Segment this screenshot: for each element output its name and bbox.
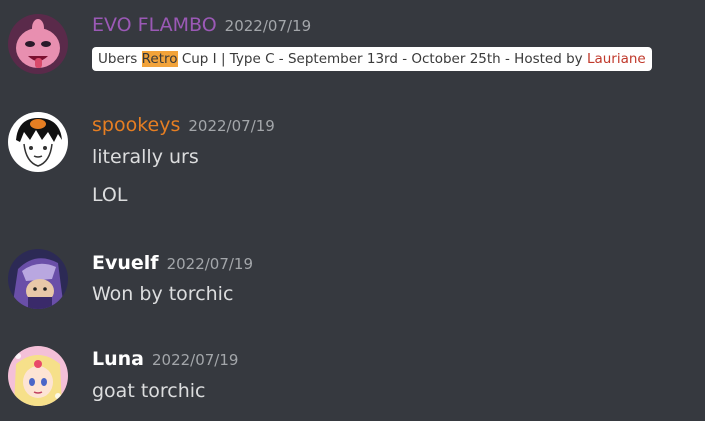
message-header: spookeys 2022/07/19 [92,114,275,136]
chat-log: EVO FLAMBO 2022/07/19 Ubers Retro Cup I |… [0,0,705,421]
timestamp: 2022/07/19 [188,117,275,135]
message-header: Evuelf 2022/07/19 [92,252,253,274]
avatar[interactable] [8,112,68,172]
embed-highlight: Retro [141,51,178,67]
message-header: EVO FLAMBO 2022/07/19 [92,14,311,36]
author-name[interactable]: Luna [92,348,144,370]
message-text: LOL [92,184,128,206]
author-name[interactable]: EVO FLAMBO [92,14,217,36]
avatar[interactable] [8,249,68,309]
message-text: Won by torchic [92,283,234,305]
author-name[interactable]: spookeys [92,114,180,136]
embed-text-before: Ubers [98,51,142,67]
timestamp: 2022/07/19 [224,17,312,35]
embed-text-after: Cup I | Type C - September 13rd - Octobe… [177,51,587,67]
host-link[interactable]: Lauriane [587,51,646,67]
avatar[interactable] [8,14,68,74]
author-name[interactable]: Evuelf [92,252,159,274]
avatar[interactable] [8,346,68,406]
timestamp: 2022/07/19 [166,255,254,273]
tournament-embed: Ubers Retro Cup I | Type C - September 1… [92,47,652,71]
message-header: Luna 2022/07/19 [92,348,238,370]
timestamp: 2022/07/19 [151,351,239,369]
message-text: literally urs [92,146,199,168]
message-text: goat torchic [92,380,206,402]
